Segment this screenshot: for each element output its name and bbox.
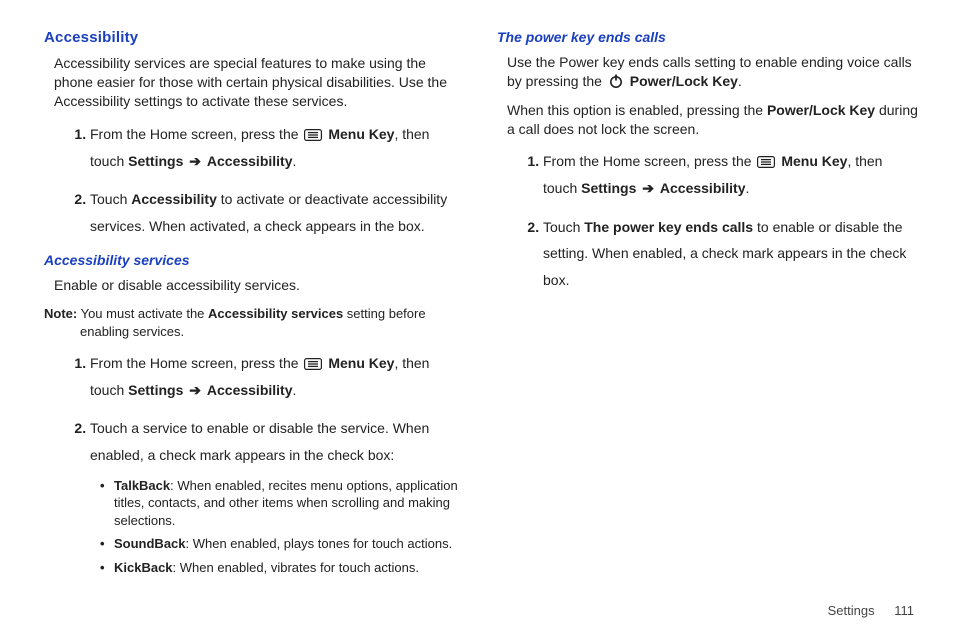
- period: .: [746, 180, 750, 196]
- note-text: Note: You must activate the Accessibilit…: [44, 305, 465, 340]
- services-intro: Enable or disable accessibility services…: [54, 276, 465, 295]
- talkback-label: TalkBack: [114, 478, 170, 493]
- soundback-label: SoundBack: [114, 536, 186, 551]
- text: Touch a service to enable or disable the…: [90, 420, 429, 463]
- accessibility-steps-2: From the Home screen, press the Menu Key…: [54, 350, 465, 576]
- step-1: From the Home screen, press the Menu Key…: [90, 121, 465, 174]
- footer-label: Settings: [828, 603, 875, 618]
- left-column: Accessibility Accessibility services are…: [44, 28, 465, 540]
- accessibility-bold: Accessibility: [131, 191, 217, 207]
- text: From the Home screen, press the: [543, 153, 755, 169]
- text: .: [738, 73, 742, 89]
- list-item: TalkBack: When enabled, recites menu opt…: [100, 477, 465, 530]
- accessibility-steps-1: From the Home screen, press the Menu Key…: [54, 121, 465, 239]
- period: .: [293, 382, 297, 398]
- heading-power-key-ends-calls: The power key ends calls: [497, 28, 918, 47]
- menu-key-label: Menu Key: [781, 153, 847, 169]
- service-list: TalkBack: When enabled, recites menu opt…: [90, 477, 465, 577]
- power-key-label: Power/Lock Key: [767, 102, 875, 118]
- text: : When enabled, plays tones for touch ac…: [186, 536, 453, 551]
- power-ends-calls-bold: The power key ends calls: [584, 219, 753, 235]
- menu-key-icon: [757, 156, 775, 168]
- power-key-label: Power/Lock Key: [630, 73, 738, 89]
- accessibility-label: Accessibility: [660, 180, 746, 196]
- arrow-icon: ➔: [642, 175, 654, 202]
- settings-label: Settings: [128, 153, 183, 169]
- text: Touch: [543, 219, 584, 235]
- settings-label: Settings: [581, 180, 636, 196]
- page-number: 111: [894, 603, 914, 618]
- page-footer: Settings 111: [828, 602, 914, 620]
- step-1: From the Home screen, press the Menu Key…: [543, 148, 918, 201]
- step-2: Touch The power key ends calls to enable…: [543, 214, 918, 294]
- text: From the Home screen, press the: [90, 355, 302, 371]
- accessibility-label: Accessibility: [207, 153, 293, 169]
- step-2: Touch a service to enable or disable the…: [90, 415, 465, 576]
- period: .: [293, 153, 297, 169]
- text: You must activate the: [77, 306, 208, 321]
- settings-label: Settings: [128, 382, 183, 398]
- step-1: From the Home screen, press the Menu Key…: [90, 350, 465, 403]
- list-item: KickBack: When enabled, vibrates for tou…: [100, 559, 465, 577]
- text: From the Home screen, press the: [90, 126, 302, 142]
- menu-key-label: Menu Key: [328, 355, 394, 371]
- accessibility-label: Accessibility: [207, 382, 293, 398]
- list-item: SoundBack: When enabled, plays tones for…: [100, 535, 465, 553]
- text: : When enabled, vibrates for touch actio…: [173, 560, 419, 575]
- power-steps: From the Home screen, press the Menu Key…: [507, 148, 918, 293]
- menu-key-icon: [304, 129, 322, 141]
- document-page: Accessibility Accessibility services are…: [0, 0, 954, 560]
- step-2: Touch Accessibility to activate or deact…: [90, 186, 465, 239]
- accessibility-intro: Accessibility services are special featu…: [54, 54, 465, 111]
- arrow-icon: ➔: [189, 377, 201, 404]
- arrow-icon: ➔: [189, 148, 201, 175]
- menu-key-label: Menu Key: [328, 126, 394, 142]
- power-intro: Use the Power key ends calls setting to …: [507, 53, 918, 91]
- power-icon: [608, 73, 624, 89]
- note-bold: Accessibility services: [208, 306, 343, 321]
- heading-accessibility: Accessibility: [44, 28, 465, 48]
- text: When this option is enabled, pressing th…: [507, 102, 767, 118]
- text: Touch: [90, 191, 131, 207]
- note-label: Note:: [44, 306, 77, 321]
- heading-accessibility-services: Accessibility services: [44, 251, 465, 270]
- kickback-label: KickBack: [114, 560, 173, 575]
- menu-key-icon: [304, 358, 322, 370]
- right-column: The power key ends calls Use the Power k…: [497, 28, 918, 540]
- power-note: When this option is enabled, pressing th…: [507, 101, 918, 139]
